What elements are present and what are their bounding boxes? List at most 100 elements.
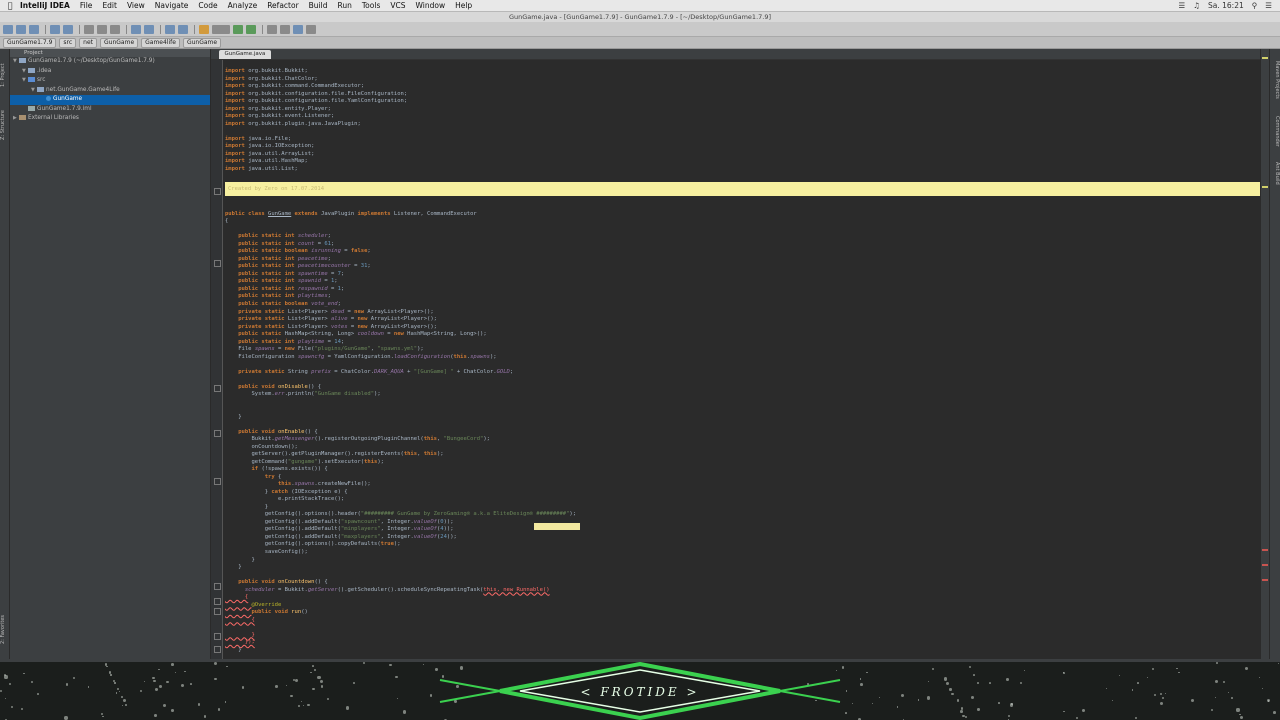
breadcrumb-item[interactable]: GunGame — [182, 37, 222, 48]
code-line[interactable]: import org.bukkit.event.Listener; — [225, 113, 1255, 121]
code-line[interactable]: FileConfiguration spawncfg = YamlConfigu… — [225, 354, 1255, 362]
code-line[interactable]: public void onCountdown() { — [225, 579, 1255, 587]
error-marker[interactable] — [1262, 549, 1268, 551]
code-line[interactable]: public static int scheduler; — [225, 233, 1255, 241]
search-icon[interactable]: ⚲ — [1252, 1, 1258, 10]
code-line[interactable]: public static int peacetime; — [225, 256, 1255, 264]
code-line[interactable]: File spawns = new File("plugins/GunGame"… — [225, 346, 1255, 354]
back-icon[interactable] — [165, 24, 175, 34]
breadcrumb-item[interactable]: GunGame1.7.9 — [3, 37, 57, 48]
code-line[interactable]: } — [225, 632, 1255, 640]
fold-marker-icon[interactable] — [214, 430, 221, 437]
error-stripe[interactable] — [1261, 49, 1269, 659]
code-line[interactable]: import org.bukkit.configuration.file.Fil… — [225, 91, 1255, 99]
menu-run[interactable]: Run — [337, 1, 351, 10]
run-icon[interactable] — [233, 24, 243, 34]
code-line[interactable] — [225, 572, 1255, 580]
code-line[interactable] — [225, 188, 1255, 196]
code-line[interactable]: } — [225, 564, 1255, 572]
open-icon[interactable] — [3, 24, 13, 34]
code-line[interactable]: public static boolean vote_end; — [225, 301, 1255, 309]
cut-icon[interactable] — [84, 24, 94, 34]
code-line[interactable]: public static int playtime = 14; — [225, 339, 1255, 347]
fold-marker-icon[interactable] — [214, 633, 221, 640]
fold-marker-icon[interactable] — [214, 598, 221, 605]
error-marker[interactable] — [1262, 579, 1268, 581]
error-marker[interactable] — [1262, 564, 1268, 566]
code-line[interactable] — [225, 399, 1255, 407]
editor-gutter[interactable] — [211, 60, 223, 659]
menu-vcs[interactable]: VCS — [390, 1, 405, 10]
menu-build[interactable]: Build — [309, 1, 328, 10]
fold-marker-icon[interactable] — [214, 260, 221, 267]
fold-marker-icon[interactable] — [214, 646, 221, 653]
code-line[interactable] — [225, 181, 1255, 189]
run-config-select-icon[interactable] — [212, 24, 230, 34]
tab-favorites[interactable]: 2: Favorites — [0, 609, 9, 649]
forward-icon[interactable] — [178, 24, 188, 34]
tree-item[interactable]: ▼ .idea — [10, 67, 210, 77]
code-line[interactable]: { — [225, 594, 1255, 602]
build-icon[interactable] — [199, 24, 209, 34]
menu-edit[interactable]: Edit — [102, 1, 117, 10]
replace-icon[interactable] — [144, 24, 154, 34]
breadcrumb-item[interactable]: GunGame — [100, 37, 139, 48]
code-line[interactable]: e.printStackTrace(); — [225, 496, 1255, 504]
tree-item[interactable]: GunGame — [10, 95, 210, 105]
code-line[interactable] — [225, 203, 1255, 211]
code-line[interactable]: getServer().getPluginManager().registerE… — [225, 451, 1255, 459]
menu-help[interactable]: Help — [455, 1, 472, 10]
code-line[interactable]: public void onEnable() { — [225, 429, 1255, 437]
code-line[interactable]: private static String prefix = ChatColor… — [225, 369, 1255, 377]
code-line[interactable] — [225, 128, 1255, 136]
code-line[interactable]: import java.util.ArrayList; — [225, 151, 1255, 159]
code-line[interactable] — [225, 376, 1255, 384]
code-line[interactable]: }); — [225, 639, 1255, 647]
project-structure-icon[interactable] — [280, 24, 290, 34]
warning-marker[interactable] — [1262, 186, 1268, 188]
code-line[interactable]: } catch (IOException e) { — [225, 489, 1255, 497]
code-line[interactable]: import java.io.IOException; — [225, 143, 1255, 151]
debug-icon[interactable] — [246, 24, 256, 34]
code-line[interactable] — [225, 406, 1255, 414]
code-line[interactable]: saveConfig(); — [225, 549, 1255, 557]
copy-icon[interactable] — [97, 24, 107, 34]
code-line[interactable]: public static int playtimes; — [225, 293, 1255, 301]
menu-analyze[interactable]: Analyze — [228, 1, 258, 10]
menu-refactor[interactable]: Refactor — [267, 1, 298, 10]
tab-commander[interactable]: Commander — [1271, 111, 1280, 151]
settings-icon[interactable] — [267, 24, 277, 34]
tree-item[interactable]: ▼ src — [10, 76, 210, 86]
tab-gungame-java[interactable]: GunGame.java — [219, 50, 271, 59]
code-line[interactable]: import java.util.HashMap; — [225, 158, 1255, 166]
tab-structure[interactable]: Z: Structure — [0, 105, 9, 145]
code-line[interactable]: import java.io.File; — [225, 136, 1255, 144]
code-line[interactable]: scheduler = Bukkit.getServer().getSchedu… — [225, 587, 1255, 595]
tree-item[interactable]: ▼ net.GunGame.Game4Life — [10, 86, 210, 96]
code-line[interactable]: private static List<Player> dead = new A… — [225, 309, 1255, 317]
fold-marker-icon[interactable] — [214, 385, 221, 392]
wifi-icon[interactable]: ☰ — [1179, 1, 1186, 10]
code-line[interactable]: public static int count = 61; — [225, 241, 1255, 249]
code-line[interactable] — [225, 361, 1255, 369]
apple-icon[interactable]:  — [0, 1, 20, 10]
code-line[interactable] — [225, 421, 1255, 429]
fold-marker-icon[interactable] — [214, 583, 221, 590]
code-line[interactable]: { — [225, 617, 1255, 625]
tab-project[interactable]: 1: Project — [0, 55, 9, 95]
help-icon[interactable] — [306, 24, 316, 34]
code-line[interactable]: public static int spawntime = 7; — [225, 271, 1255, 279]
code-line[interactable]: public static boolean isrunning = false; — [225, 248, 1255, 256]
breadcrumb-item[interactable]: src — [59, 37, 77, 48]
code-line[interactable]: } — [225, 647, 1255, 655]
menu-view[interactable]: View — [127, 1, 145, 10]
menu-list-icon[interactable]: ☰ — [1265, 1, 1272, 10]
code-line[interactable]: public void onDisable() { — [225, 384, 1255, 392]
volume-icon[interactable]: ♫ — [1193, 1, 1200, 10]
code-line[interactable]: public static int respawnid = 1; — [225, 286, 1255, 294]
fold-marker-icon[interactable] — [214, 478, 221, 485]
breadcrumb-item[interactable]: net — [79, 37, 98, 48]
clock[interactable]: Sa. 16:21 — [1208, 1, 1244, 10]
save-icon[interactable] — [16, 24, 26, 34]
code-line[interactable] — [225, 196, 1255, 204]
